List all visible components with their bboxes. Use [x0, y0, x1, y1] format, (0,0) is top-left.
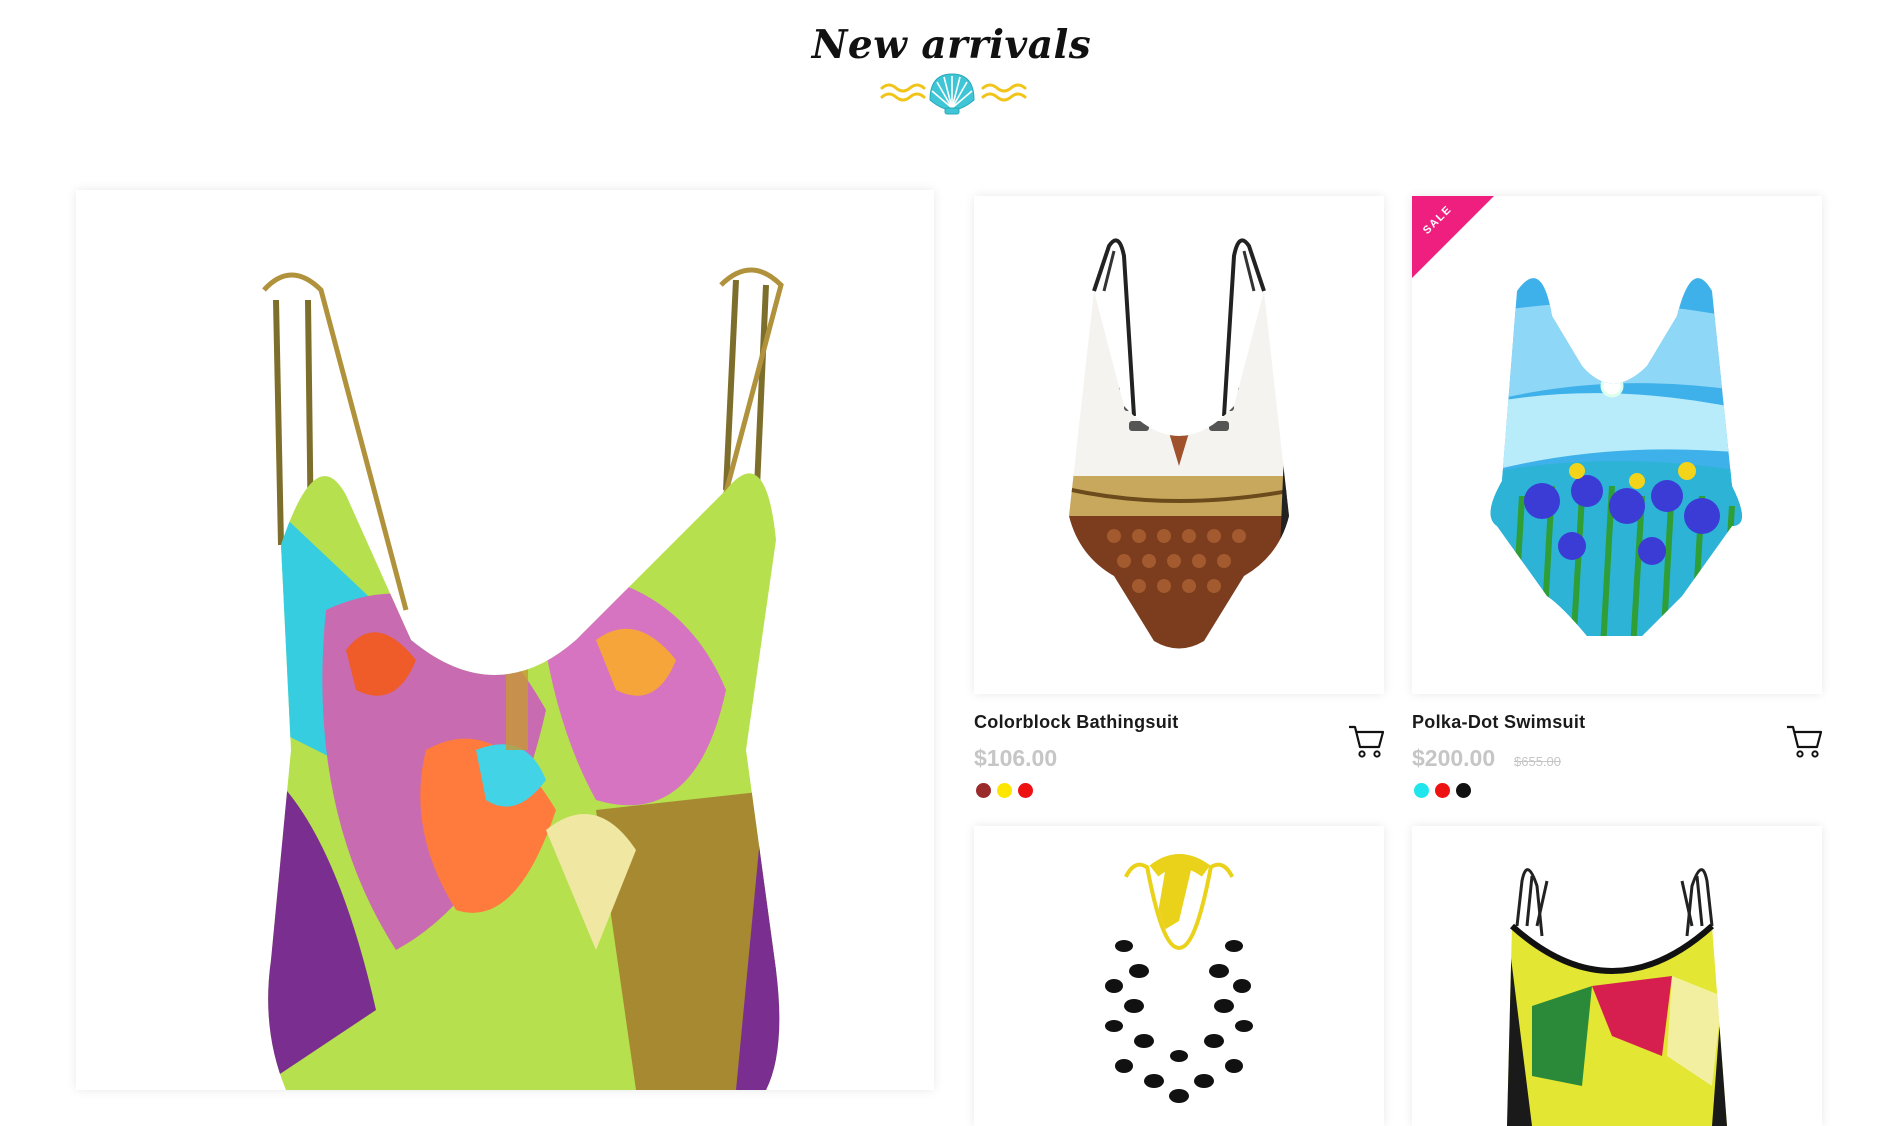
product-name[interactable]: Polka-Dot Swimsuit [1412, 712, 1585, 733]
featured-product-card[interactable] [76, 190, 934, 1090]
product-card-halter[interactable] [974, 826, 1384, 1126]
product-image-abstract[interactable] [1412, 826, 1822, 1126]
section-title: New arrivals [811, 22, 1092, 68]
shell-ornament-icon [880, 73, 1027, 115]
swatch-yellow[interactable] [997, 783, 1012, 798]
product-card-colorblock[interactable] [974, 196, 1384, 694]
color-swatches [1414, 783, 1471, 798]
swatch-red[interactable] [1435, 783, 1450, 798]
product-old-price: $655.00 [1514, 754, 1561, 769]
product-name[interactable]: Colorblock Bathingsuit [974, 712, 1179, 733]
swatch-red[interactable] [1018, 783, 1033, 798]
swatch-dark-red[interactable] [976, 783, 991, 798]
sale-ribbon [1412, 196, 1494, 278]
product-image-halter[interactable] [974, 826, 1384, 1126]
product-price: $106.00 [974, 745, 1058, 771]
product-card-polka-dot[interactable]: SALE [1412, 196, 1822, 694]
color-swatches [976, 783, 1033, 798]
swatch-cyan[interactable] [1414, 783, 1429, 798]
product-price: $200.00 [1412, 745, 1496, 771]
featured-product-image[interactable] [76, 190, 934, 1090]
product-image-colorblock[interactable] [974, 196, 1384, 694]
swatch-black[interactable] [1456, 783, 1471, 798]
add-to-cart-icon[interactable] [1784, 720, 1824, 760]
add-to-cart-icon[interactable] [1346, 720, 1386, 760]
product-card-abstract[interactable] [1412, 826, 1822, 1126]
